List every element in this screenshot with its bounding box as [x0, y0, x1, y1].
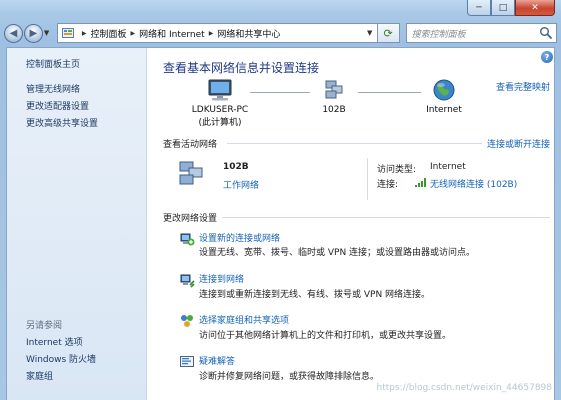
- setup-connection-icon: [180, 233, 195, 246]
- sidebar-item-manage-wireless[interactable]: 管理无线网络: [26, 82, 80, 95]
- wifi-signal-icon: [415, 178, 426, 187]
- computer-icon: [208, 79, 232, 101]
- back-button[interactable]: ◀: [4, 23, 23, 43]
- active-network-name: 102B: [223, 162, 249, 172]
- connection-value-link[interactable]: 无线网络连接 (102B): [430, 177, 517, 190]
- troubleshoot-desc: 诊断并修复网络问题，或获得故障排除信息。: [199, 372, 380, 382]
- navigation-bar: ◀ ▶ ▼ ▶ 控制面板 ▶ 网络和 Internet ▶ 网络和共享中心 ▼ …: [4, 21, 558, 45]
- refresh-button[interactable]: ⟳: [377, 23, 400, 43]
- connect-to-network-link[interactable]: 连接到网络: [199, 272, 244, 285]
- chevron-down-icon: ▼: [43, 29, 50, 37]
- maximize-button[interactable]: □: [491, 0, 515, 16]
- help-icon[interactable]: ?: [541, 51, 553, 63]
- page-title: 查看基本网络信息并设置连接: [163, 61, 320, 75]
- forward-button[interactable]: ▶: [23, 23, 43, 43]
- homegroup-sharing-desc: 访问位于其他网络计算机上的文件和打印机，或更改共享设置。: [199, 331, 452, 341]
- breadcrumb-network-sharing-center[interactable]: 网络和共享中心: [217, 27, 280, 40]
- setup-connection-desc: 设置无线、宽带、拨号、临时或 VPN 连接；或设置路由器或访问点。: [199, 248, 476, 258]
- column-divider: [367, 158, 368, 200]
- sidebar-item-advanced-sharing[interactable]: 更改高级共享设置: [26, 116, 98, 129]
- this-computer-node: LDKUSER-PC (此计算机): [185, 78, 255, 128]
- connection-label: 连接:: [377, 180, 399, 190]
- access-type-label: 访问类型:: [377, 165, 417, 175]
- connect-network-icon: [180, 274, 195, 288]
- caption-buttons: ─ □ ✕: [467, 0, 555, 16]
- breadcrumb-control-panel[interactable]: 控制面板: [90, 27, 126, 40]
- sidebar-item-internet-options[interactable]: Internet 选项: [26, 335, 83, 348]
- sidebar-item-adapter-settings[interactable]: 更改适配器设置: [26, 99, 89, 112]
- recent-pages-dropdown[interactable]: ▼: [44, 27, 54, 39]
- minimize-button[interactable]: ─: [467, 0, 491, 16]
- sidebar: 控制面板主页 管理无线网络 更改适配器设置 更改高级共享设置 另请参阅 Inte…: [7, 48, 147, 400]
- window-frame: ─ □ ✕ ◀ ▶ ▼ ▶ 控制面板 ▶ 网络和 Internet ▶ 网络和共…: [0, 0, 561, 400]
- section-divider: [227, 143, 482, 144]
- network-bench-icon: [325, 80, 343, 99]
- view-full-map-link[interactable]: 查看完整映射: [496, 80, 550, 93]
- change-settings-heading: 更改网络设置: [163, 214, 218, 224]
- control-panel-icon: [61, 28, 74, 38]
- content-area: 控制面板主页 管理无线网络 更改适配器设置 更改高级共享设置 另请参阅 Inte…: [6, 47, 555, 400]
- network-bench-icon: [179, 161, 203, 185]
- troubleshoot-icon: [180, 356, 194, 367]
- address-bar[interactable]: ▶ 控制面板 ▶ 网络和 Internet ▶ 网络和共享中心 ▼: [56, 23, 378, 43]
- breadcrumb-network-internet[interactable]: 网络和 Internet: [139, 27, 205, 40]
- breadcrumb-separator-icon: ▶: [208, 29, 214, 37]
- search-box[interactable]: 搜索控制面板: [405, 23, 558, 43]
- computer-note: (此计算机): [198, 118, 242, 128]
- homegroup-icon: [181, 315, 193, 327]
- arrow-left-icon: ◀: [9, 27, 18, 39]
- computer-name: LDKUSER-PC: [191, 105, 249, 115]
- search-input[interactable]: 搜索控制面板: [412, 27, 539, 40]
- close-button[interactable]: ✕: [515, 0, 555, 16]
- connection-line: [358, 92, 421, 93]
- search-icon[interactable]: [539, 26, 553, 40]
- network-type-link[interactable]: 工作网络: [223, 178, 259, 191]
- breadcrumb-separator-icon: ▶: [130, 29, 136, 37]
- network-name-map: 102B: [322, 105, 346, 115]
- sidebar-item-home[interactable]: 控制面板主页: [26, 57, 80, 70]
- arrow-right-icon: ▶: [29, 27, 38, 39]
- watermark: https://blog.csdn.net/weixin_44657898: [376, 383, 552, 393]
- internet-node: Internet: [421, 78, 467, 115]
- globe-icon: [433, 79, 455, 101]
- breadcrumb-separator-icon: ▶: [81, 29, 87, 37]
- setup-connection-link[interactable]: 设置新的连接或网络: [199, 231, 280, 244]
- active-networks-heading: 查看活动网络: [163, 140, 218, 150]
- refresh-icon: ⟳: [383, 26, 393, 40]
- address-dropdown[interactable]: ▼: [363, 24, 377, 42]
- sidebar-item-homegroup[interactable]: 家庭组: [26, 369, 53, 382]
- access-type-value: Internet: [430, 162, 466, 172]
- main-panel: ? 查看基本网络信息并设置连接 查看完整映射 LDKUSER-PC (此计算机): [147, 48, 556, 400]
- internet-label: Internet: [426, 105, 462, 115]
- section-divider: [222, 217, 550, 218]
- homegroup-sharing-link[interactable]: 选择家庭组和共享选项: [199, 313, 289, 326]
- see-also-heading: 另请参阅: [26, 321, 63, 331]
- sidebar-item-windows-firewall[interactable]: Windows 防火墙: [26, 352, 96, 365]
- chevron-down-icon: ▼: [366, 29, 373, 37]
- connection-line: [250, 92, 310, 93]
- troubleshoot-link[interactable]: 疑难解答: [199, 354, 235, 367]
- network-node: 102B: [312, 78, 356, 115]
- connect-disconnect-link[interactable]: 连接或断开连接: [487, 137, 550, 150]
- connect-to-network-desc: 连接到或重新连接到无线、有线、拨号或 VPN 网络连接。: [199, 290, 431, 300]
